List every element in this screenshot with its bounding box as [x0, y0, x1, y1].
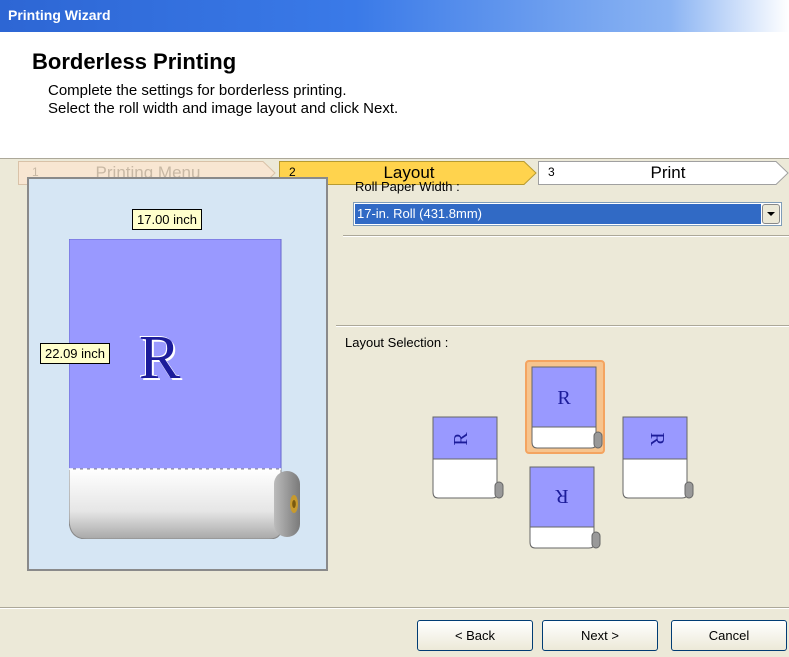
- page-title: Borderless Printing: [32, 49, 237, 74]
- back-button[interactable]: < Back: [417, 620, 533, 651]
- layout-thumbnail-rotate-180: R: [529, 466, 601, 549]
- layout-selection-label: Layout Selection :: [345, 335, 449, 350]
- cancel-button[interactable]: Cancel: [671, 620, 787, 651]
- layout-letter: R: [646, 432, 668, 446]
- layout-option-rotate-180[interactable]: R: [525, 462, 605, 556]
- preview-letter: R: [139, 324, 181, 392]
- layout-divider: [336, 325, 789, 327]
- layout-option-rotate-right[interactable]: R: [618, 412, 698, 506]
- page-description: Complete the settings for borderless pri…: [48, 82, 398, 118]
- layout-thumbnail-standard: R: [531, 366, 603, 449]
- print-preview: R 17.00 inch 22.09 inch: [27, 177, 328, 571]
- step-3-number: 3: [548, 165, 555, 179]
- dropdown-arrow-button[interactable]: [762, 204, 780, 224]
- roll-paper-width-value: 17-in. Roll (431.8mm): [355, 204, 761, 224]
- layout-letter: R: [557, 387, 571, 409]
- layout-letter: R: [450, 432, 472, 446]
- next-button[interactable]: Next >: [542, 620, 658, 651]
- roll-paper-width-label: Roll Paper Width :: [355, 179, 460, 194]
- layout-letter: R: [555, 485, 569, 507]
- layout-thumbnail-rotate-right: R: [622, 416, 694, 499]
- header-divider: [0, 158, 789, 159]
- roll-paper-divider: [343, 235, 789, 237]
- wizard-header: Borderless Printing Complete the setting…: [0, 32, 789, 185]
- window-title: Printing Wizard: [8, 7, 111, 23]
- step-print: 3 Print: [538, 161, 789, 185]
- height-label: 22.09 inch: [40, 343, 110, 364]
- description-line-2: Select the roll width and image layout a…: [48, 100, 399, 117]
- step-3-label: Print: [650, 163, 686, 182]
- chevron-down-icon: [767, 212, 775, 216]
- title-bar: Printing Wizard: [0, 0, 789, 32]
- description-line-1: Complete the settings for borderless pri…: [48, 82, 347, 99]
- roll-paper-width-select[interactable]: 17-in. Roll (431.8mm): [353, 202, 782, 226]
- width-label: 17.00 inch: [132, 209, 202, 230]
- layout-thumbnail-rotate-left: R: [432, 416, 504, 499]
- paper-preview-graphic: [69, 239, 300, 539]
- footer-divider: [0, 607, 789, 609]
- layout-option-standard[interactable]: R: [525, 360, 605, 454]
- layout-option-rotate-left[interactable]: R: [428, 412, 508, 506]
